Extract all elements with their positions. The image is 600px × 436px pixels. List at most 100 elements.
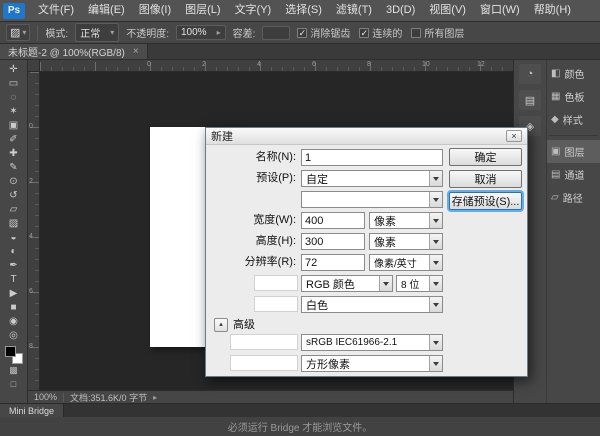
v-ruler-number: 6 [29,288,33,295]
menu-item-edit[interactable]: 编辑(E) [81,0,132,21]
pixel-aspect-select[interactable]: 方形像素 [301,355,443,372]
menu-item-select[interactable]: 选择(S) [278,0,329,21]
ruler-origin-corner[interactable] [28,60,40,72]
crop-tool[interactable]: ▣ [2,118,26,132]
type-tool[interactable]: T [2,272,26,286]
panel-tab-paths[interactable]: ▱路径 [547,186,600,209]
resolution-unit-select[interactable]: 像素/英寸 [369,254,443,271]
photoshop-logo-icon: Ps [3,3,25,19]
status-flyout-arrow-icon[interactable]: ▸ [153,393,157,402]
panel-tab-channels[interactable]: ▤通道 [547,163,600,186]
height-unit-select[interactable]: 像素 [369,233,443,250]
save-preset-button[interactable]: 存储预设(S)... [449,192,522,210]
preset-label: 预设(P): [208,170,296,187]
dialog-title-bar[interactable]: 新建 × [206,128,527,145]
properties-panel-icon[interactable]: ▤ [519,90,541,110]
width-unit-select[interactable]: 像素 [369,212,443,229]
eyedropper-tool[interactable]: ✐ [2,132,26,146]
preset-select[interactable]: 自定 [301,170,443,187]
advanced-expander-button[interactable]: ▴ [214,318,228,332]
marquee-tool[interactable]: ▭ [2,76,26,90]
chevron-down-icon [429,192,442,207]
menu-item-type[interactable]: 文字(Y) [228,0,279,21]
menu-item-file[interactable]: 文件(F) [31,0,81,21]
size-select[interactable] [301,191,443,208]
zoom-level-field[interactable]: 100% [34,392,57,402]
menu-item-filter[interactable]: 滤镜(T) [329,0,379,21]
move-tool[interactable]: ✛ [2,62,26,76]
color-mode-label-box [254,275,298,291]
menu-item-image[interactable]: 图像(I) [132,0,178,21]
color-profile-select[interactable]: sRGB IEC61966-2.1 [301,334,443,351]
mini-bridge-tab[interactable]: Mini Bridge [0,404,64,417]
panel-tab-label: 色板 [564,89,584,104]
quick-mask-button[interactable]: ▩ [2,364,26,377]
gradient-tool[interactable]: ▨ [2,216,26,230]
panel-tab-layers[interactable]: ▣图层 [547,140,600,163]
ok-button[interactable]: 确定 [449,148,522,166]
mini-bridge-message: 必须运行 Bridge 才能浏览文件。 [228,419,372,434]
dialog-close-button[interactable]: × [506,130,522,142]
status-bar: 100% 文档:351.6K/0 字节 ▸ [28,390,513,403]
healing-brush-tool[interactable]: ✚ [2,146,26,160]
name-input[interactable]: 1 [301,149,443,166]
color-mode-row: RGB 颜色 8 位 [206,275,527,292]
resolution-input[interactable]: 72 [301,254,365,271]
brush-tool[interactable]: ✎ [2,160,26,174]
menu-item-threed[interactable]: 3D(D) [379,0,422,21]
tool-options-bar: ▨ ▾ 模式: 正常 ▾ 不透明度: 100% ▸ 容差: ✓消除锯齿✓连续的所… [0,22,600,44]
tolerance-input[interactable] [262,26,290,40]
menu-item-window[interactable]: 窗口(W) [473,0,527,21]
checkbox-contiguous[interactable]: ✓连续的 [359,25,402,40]
opacity-select[interactable]: 100% ▸ [176,25,226,40]
panel-tab-color[interactable]: ◧颜色 [547,62,600,85]
checkbox-all-layers[interactable]: 所有图层 [411,25,464,40]
color-swatches[interactable] [5,346,23,364]
lasso-tool[interactable]: ◌ [2,90,26,104]
background-contents-row: 白色 [206,296,527,313]
menu-item-help[interactable]: 帮助(H) [527,0,578,21]
tool-preset-dropdown[interactable]: ▨ ▾ [6,24,30,41]
blur-tool[interactable]: ◒ [2,230,26,244]
panel-tab-swatches[interactable]: ▦色板 [547,85,600,108]
name-label: 名称(N): [208,149,296,166]
checkbox-box-icon [411,28,421,38]
dodge-tool[interactable]: ◐ [2,244,26,258]
zoom-tool[interactable]: ◎ [2,328,26,342]
document-tab[interactable]: 未标题-2 @ 100%(RGB/8) × [0,44,148,59]
name-value: 1 [305,152,311,164]
panel-tab-styles[interactable]: ◆样式 [547,108,600,131]
close-icon[interactable]: × [133,46,139,57]
bit-depth-select[interactable]: 8 位 [396,275,443,292]
h-ruler-number: 6 [312,61,316,68]
cancel-button[interactable]: 取消 [449,170,522,188]
v-ruler-number: 0 [29,123,33,130]
path-select-tool[interactable]: ▶ [2,286,26,300]
screen-mode-button[interactable]: □ [2,377,26,390]
history-panel-icon[interactable]: ◔ [519,64,541,84]
checkbox-box-icon: ✓ [359,28,369,38]
shape-tool[interactable]: ■ [2,300,26,314]
foreground-color-swatch[interactable] [5,346,16,357]
checkbox-anti-alias[interactable]: ✓消除锯齿 [297,25,350,40]
history-brush-tool[interactable]: ↺ [2,188,26,202]
vertical-ruler[interactable]: 02468 [28,72,40,390]
menu-item-view[interactable]: 视图(V) [422,0,473,21]
eraser-tool[interactable]: ▱ [2,202,26,216]
chevron-down-icon [429,171,442,186]
pen-tool[interactable]: ✒ [2,258,26,272]
magic-wand-tool[interactable]: ✶ [2,104,26,118]
clone-stamp-tool[interactable]: ⊙ [2,174,26,188]
panel-tab-label: 通道 [564,167,584,182]
width-input[interactable]: 400 [301,212,365,229]
pixel-aspect-value: 方形像素 [306,356,350,372]
panel-tab-label: 图层 [564,144,584,159]
blend-mode-select[interactable]: 正常 ▾ [75,23,119,42]
color-mode-select[interactable]: RGB 颜色 [301,275,393,292]
hand-tool[interactable]: ◉ [2,314,26,328]
document-size-info[interactable]: 文档:351.6K/0 字节 [70,391,147,404]
menu-item-layer[interactable]: 图层(L) [178,0,227,21]
height-input[interactable]: 300 [301,233,365,250]
horizontal-ruler[interactable]: 02468101214 [40,60,513,72]
background-contents-select[interactable]: 白色 [301,296,443,313]
